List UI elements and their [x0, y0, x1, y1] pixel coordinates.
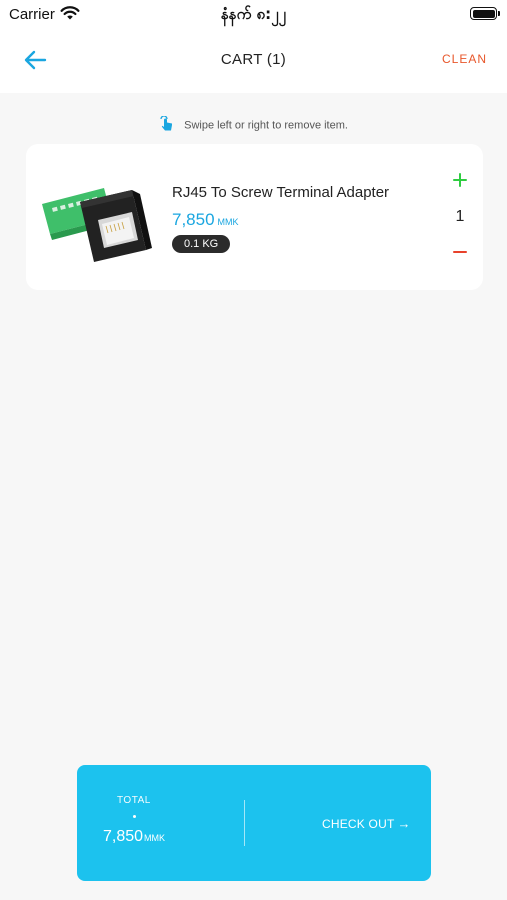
status-time: နံနက် ၈:၂၂	[221, 5, 286, 23]
price-currency: MMK	[217, 217, 239, 227]
total-currency: MMK	[144, 833, 166, 843]
swipe-hand-icon	[159, 115, 175, 135]
divider	[244, 800, 245, 846]
checkout-bar: TOTAL 7,850MMK CHECK OUT →	[77, 765, 431, 881]
checkout-label: CHECK OUT	[322, 817, 395, 831]
swipe-hint: Swipe left or right to remove item.	[0, 115, 507, 135]
battery-icon	[470, 7, 500, 20]
total-dot	[133, 815, 136, 818]
swipe-hint-text: Swipe left or right to remove item.	[184, 119, 348, 132]
plus-icon	[453, 173, 467, 187]
checkout-button[interactable]: CHECK OUT →	[322, 816, 411, 831]
clean-button[interactable]: CLEAN	[442, 52, 487, 66]
status-bar: Carrier နံနက် ၈:၂၂	[0, 0, 507, 30]
product-image	[40, 160, 154, 272]
total-value: 7,850	[103, 828, 144, 845]
product-price: 7,850 MMK	[172, 210, 239, 230]
product-name: RJ45 To Screw Terminal Adapter	[172, 184, 390, 201]
header: CART (1) CLEAN	[0, 30, 507, 93]
cart-item[interactable]: RJ45 To Screw Terminal Adapter 7,850 MMK …	[26, 144, 483, 290]
total-label: TOTAL	[117, 795, 151, 806]
arrow-right-icon: →	[397, 816, 411, 831]
increase-quantity-button[interactable]	[450, 170, 470, 190]
decrease-quantity-button[interactable]	[450, 242, 470, 262]
price-value: 7,850	[172, 210, 215, 229]
page-title: CART (1)	[220, 51, 287, 68]
weight-badge: 0.1 KG	[172, 235, 231, 253]
total-amount: 7,850MMK	[103, 828, 165, 846]
minus-icon	[453, 251, 467, 253]
quantity-value: 1	[455, 208, 465, 225]
